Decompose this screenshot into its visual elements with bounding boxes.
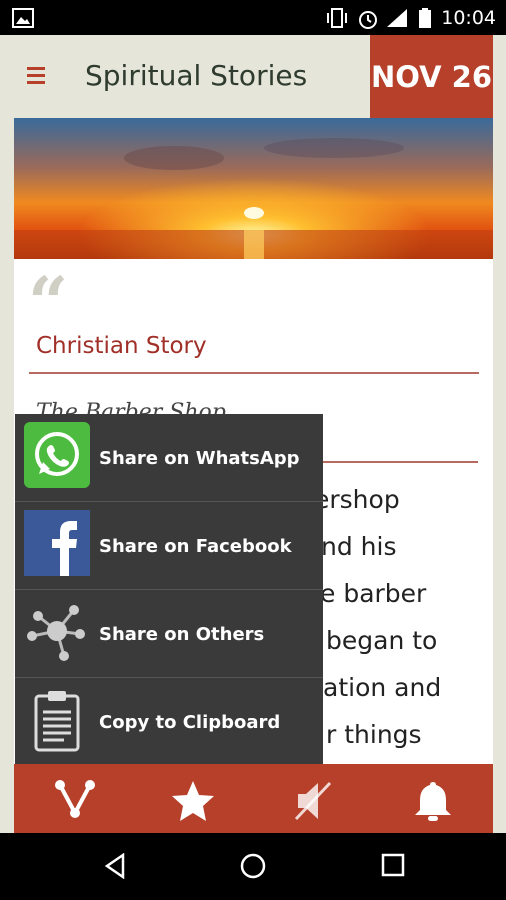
share-others-label: Share on Others [99,624,265,645]
story-text-line: r things [326,720,422,749]
story-text-line: ershop [314,485,400,514]
facebook-icon [24,510,90,576]
hamburger-menu-icon[interactable] [27,67,45,87]
image-notification-icon [12,8,34,28]
share-others-item[interactable]: Share on Others [15,590,323,678]
back-icon[interactable] [103,853,127,879]
copy-clipboard-item[interactable]: Copy to Clipboard [15,678,323,765]
app-title: Spiritual Stories [85,59,308,92]
share-network-icon [24,598,90,664]
story-text-line: nd his [321,532,397,561]
date-badge: NOV 26 [370,35,493,118]
home-icon[interactable] [240,853,266,879]
share-whatsapp-item[interactable]: Share on WhatsApp [15,414,323,502]
copy-clipboard-label: Copy to Clipboard [99,712,281,733]
divider [29,372,479,374]
share-facebook-label: Share on Facebook [99,536,292,557]
story-text-line: began to [326,626,438,655]
share-facebook-item[interactable]: Share on Facebook [15,502,323,590]
clock: 10:04 [441,7,496,29]
share-whatsapp-label: Share on WhatsApp [99,448,300,469]
recent-apps-icon[interactable] [381,853,405,877]
system-nav-bar [0,833,506,900]
share-icon[interactable] [52,779,98,819]
alarm-icon [359,11,377,29]
quote-icon: “ [28,261,69,344]
story-text-line: ation and [323,673,442,702]
star-favorite-icon[interactable] [170,779,216,823]
clipboard-icon [24,686,90,752]
mute-speaker-icon[interactable] [292,779,336,823]
story-category: Christian Story [36,333,207,359]
story-text-line: e barber [320,579,427,608]
divider [322,461,478,463]
sunset-banner-image [14,118,493,259]
app-bar: Spiritual Stories NOV 26 [0,35,506,118]
share-menu: Share on WhatsApp Share on Facebook Shar… [15,414,323,764]
vibrate-icon [327,8,347,28]
bell-notification-icon[interactable] [413,779,453,823]
battery-icon [419,8,431,28]
signal-icon [387,9,407,27]
status-bar: 10:04 [0,0,506,35]
bottom-action-bar [14,764,493,833]
whatsapp-icon [24,422,90,488]
